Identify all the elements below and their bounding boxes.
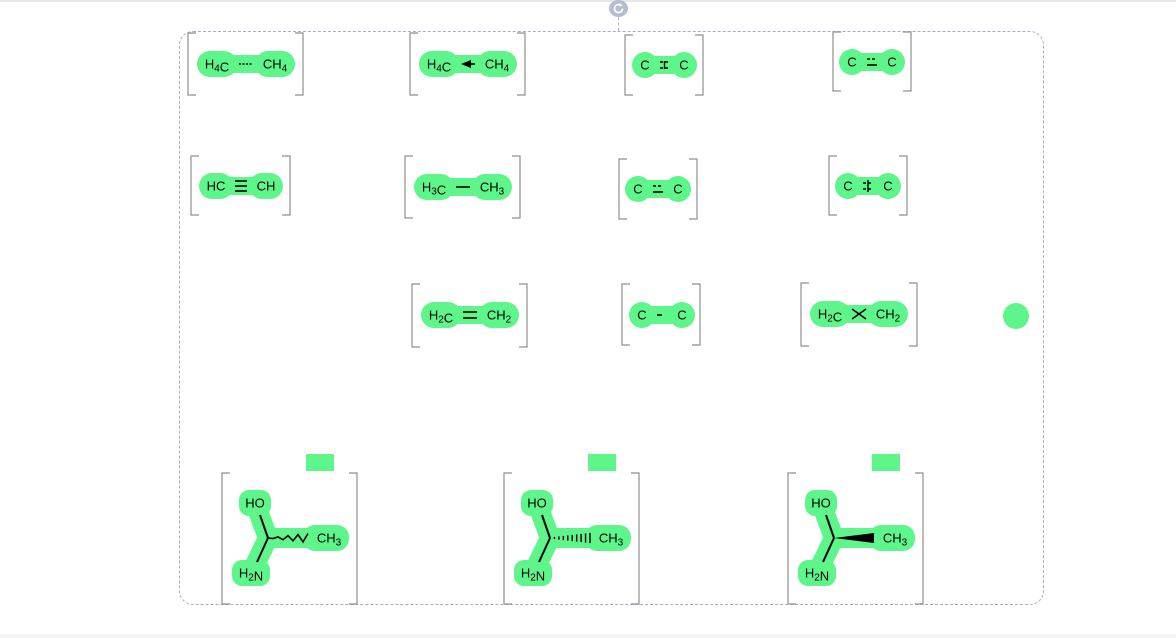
right-bracket — [909, 282, 918, 347]
right-bracket — [519, 283, 528, 348]
rgroup-1[interactable]: H4C CH4 — [187, 32, 304, 96]
abs-highlight — [872, 454, 900, 471]
left-bracket — [221, 472, 230, 605]
atom-label: C — [843, 179, 852, 194]
left-bracket — [411, 283, 420, 348]
rgroup-11[interactable]: H2C CH2 — [800, 282, 918, 347]
rgroup-13[interactable]: HOH2NCH3 — [503, 454, 640, 605]
rgroup-7[interactable]: CC — [618, 158, 698, 220]
atom-label: C — [673, 182, 682, 197]
atom-label: C — [640, 58, 649, 73]
structure-drawing: H4C CH4 H4C CH4 C C C CHC CH H3C CH3 C C C CH2C CH2 C C H2… — [187, 31, 1029, 605]
attachment-highlight — [1003, 303, 1029, 329]
bond-highlight — [638, 180, 678, 198]
left-bracket — [190, 155, 199, 216]
right-bracket — [631, 472, 640, 605]
atom-label: HO — [811, 496, 831, 511]
abs-highlight — [306, 454, 334, 471]
right-bracket — [512, 155, 521, 219]
atom-label: C — [679, 58, 688, 73]
right-bracket — [349, 472, 358, 605]
bond-highlight — [852, 53, 892, 71]
rgroup-14[interactable]: HOH2NCH3 — [787, 454, 924, 605]
rgroup-12[interactable]: HOH2NCH3 — [221, 454, 358, 605]
left-bracket — [404, 155, 413, 219]
atom-label: C — [887, 55, 896, 70]
left-bracket — [787, 472, 796, 605]
abs-highlight — [588, 454, 616, 471]
left-bracket — [409, 32, 418, 96]
rgroup-4[interactable]: CC — [832, 31, 912, 92]
atom-label: CH — [257, 179, 276, 194]
rgroup-10[interactable]: CC — [621, 283, 701, 346]
atom-label: C — [677, 308, 686, 323]
left-bracket — [800, 282, 809, 347]
left-bracket — [624, 34, 633, 96]
right-bracket — [517, 32, 526, 96]
right-bracket — [915, 472, 924, 605]
atom-label: C — [633, 182, 642, 197]
rgroup-8[interactable]: CC — [828, 155, 908, 216]
left-bracket — [503, 472, 512, 605]
rgroup-9[interactable]: H2C CH2 — [411, 283, 528, 348]
atom-label: C — [883, 179, 892, 194]
left-bracket — [187, 32, 196, 96]
rgroup-3[interactable]: CC — [624, 34, 704, 96]
atom-label: HO — [245, 496, 265, 511]
right-bracket — [295, 32, 304, 96]
atom-label: C — [847, 55, 856, 70]
rgroup-6[interactable]: H3C CH3 — [404, 155, 521, 219]
atom-label: C — [637, 308, 646, 323]
atom-label: HO — [527, 496, 547, 511]
rgroup-5[interactable]: HC CH — [190, 155, 291, 216]
rgroup-2[interactable]: H4C CH4 — [409, 32, 526, 96]
right-bracket — [282, 155, 291, 216]
attachment-point[interactable] — [1003, 303, 1029, 329]
left-bracket — [621, 283, 630, 346]
atom-label: HC — [207, 179, 226, 194]
